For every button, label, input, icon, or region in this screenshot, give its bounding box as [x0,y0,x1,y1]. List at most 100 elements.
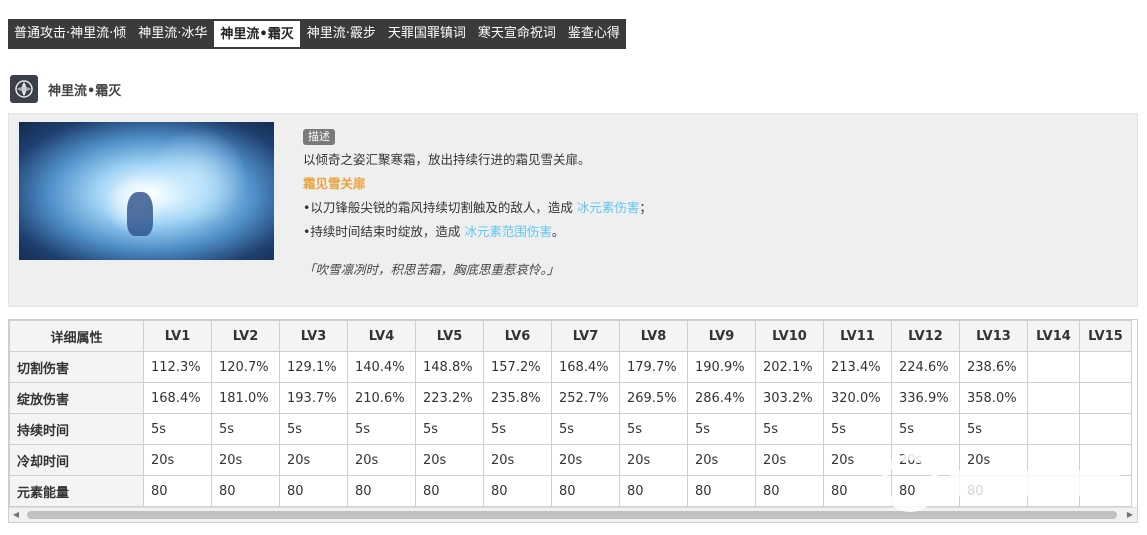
table-cell: 80 [211,475,280,507]
table-cell [1027,382,1080,414]
table-cell: 80 [347,475,416,507]
table-row: 切割伤害 112.3% 120.7% 129.1% 140.4% 148.8% 157.2%… [9,351,1132,383]
table-header: LV3 [279,320,348,352]
table-header: LV1 [143,320,212,352]
table-cell: 5s [891,413,960,445]
table-cell: 80 [143,475,212,507]
table-header: LV11 [823,320,892,352]
table-cell: 303.2% [755,382,824,414]
table-row: 绽放伤害 168.4% 181.0% 193.7% 210.6% 223.2% 235.8%… [9,382,1132,414]
table-cell: 157.2% [483,351,552,383]
table-cell: 181.0% [211,382,280,414]
table-cell: 168.4% [551,351,620,383]
skill-quote: 「吹雪凛冽时，积思苦霜，胸底思重惹哀怜。」 [303,262,560,277]
table-cell: 80 [619,475,688,507]
table-cell: 168.4% [143,382,212,414]
table-cell: 5s [959,413,1028,445]
table-cell: 252.7% [551,382,620,414]
table-cell: 224.6% [891,351,960,383]
skill-title: 神里流•霜灭 [48,83,122,99]
table-cell: 20s [279,444,348,476]
table-row: 持续时间 5s 5s 5s 5s 5s 5s 5s 5s 5s 5s 5s 5s 5s [9,413,1132,445]
table-cell: 213.4% [823,351,892,383]
table-cell: 210.6% [347,382,416,414]
table-header: LV12 [891,320,960,352]
table-cell [1079,413,1132,445]
table-header-row: 详细属性 LV1 LV2 LV3 LV4 LV5 LV6 LV7 LV8 LV9… [9,320,1132,352]
table-cell: 193.7% [279,382,348,414]
table-cell: 148.8% [415,351,484,383]
table-header: LV4 [347,320,416,352]
table-cell: 20s [143,444,212,476]
table-cell: 120.7% [211,351,280,383]
tab-normal-attack[interactable]: 普通攻击·神里流·倾 [8,19,132,49]
table-cell: 336.9% [891,382,960,414]
table-cell: 5s [279,413,348,445]
tab-passive-3[interactable]: 鉴查心得 [562,19,626,49]
table-row: 元素能量 80 80 80 80 80 80 80 80 80 80 80 80 80 [9,475,1132,507]
skill-header: 神里流•霜灭 [10,74,121,104]
table-cell: 179.7% [619,351,688,383]
table-cell: 320.0% [823,382,892,414]
table-cell: 20s [891,444,960,476]
cryo-dmg-link[interactable]: 冰元素伤害 [577,200,640,215]
table-header: LV7 [551,320,620,352]
table-header: LV8 [619,320,688,352]
skill-tab-bar: 普通攻击·神里流·倾 神里流·冰华 神里流•霜灭 神里流·霰步 天罪国罪镇词 寒… [8,19,626,49]
attribute-table: 详细属性 LV1 LV2 LV3 LV4 LV5 LV6 LV7 LV8 LV9… [9,320,1132,507]
table-cell: 80 [415,475,484,507]
table-cell: 269.5% [619,382,688,414]
table-cell [1027,444,1080,476]
tab-passive-2[interactable]: 寒天宣命祝词 [472,19,562,49]
row-label: 切割伤害 [9,351,144,383]
table-cell: 202.1% [755,351,824,383]
table-cell [1079,475,1132,507]
table-cell: 5s [823,413,892,445]
table-cell: 5s [755,413,824,445]
table-cell: 238.6% [959,351,1028,383]
table-cell: 190.9% [687,351,756,383]
table-cell: 20s [687,444,756,476]
tab-elemental-skill[interactable]: 神里流·冰华 [132,19,213,49]
table-cell: 112.3% [143,351,212,383]
scrollbar-thumb[interactable] [27,511,1117,519]
description-line-2: •持续时间结束时绽放，造成 冰元素范围伤害。 [303,224,565,239]
scroll-left-icon[interactable]: ◀ [9,508,23,522]
tab-passive-1[interactable]: 天罪国罪镇词 [382,19,472,49]
description-subtitle: 霜见雪关扉 [303,176,366,191]
scroll-right-icon[interactable]: ▶ [1123,508,1137,522]
table-cell: 20s [211,444,280,476]
table-row: 冷却时间 20s 20s 20s 20s 20s 20s 20s 20s 20s 20s 20s 20s… [9,444,1132,476]
table-horizontal-scrollbar[interactable]: ◀ ▶ [9,507,1137,522]
table-header: LV6 [483,320,552,352]
table-cell: 80 [959,475,1028,507]
table-cell: 235.8% [483,382,552,414]
attribute-table-container[interactable]: 详细属性 LV1 LV2 LV3 LV4 LV5 LV6 LV7 LV8 LV9… [8,319,1138,523]
table-cell: 20s [959,444,1028,476]
table-cell: 5s [211,413,280,445]
row-label: 冷却时间 [9,444,144,476]
table-cell: 5s [687,413,756,445]
table-header: LV14 [1027,320,1080,352]
table-header: LV2 [211,320,280,352]
row-label: 元素能量 [9,475,144,507]
table-cell: 20s [415,444,484,476]
description-main: 以倾奇之姿汇聚寒霜，放出持续行进的霜见雪关扉。 [303,152,591,167]
cryo-aoe-dmg-link[interactable]: 冰元素范围伤害 [464,224,552,239]
row-label: 绽放伤害 [9,382,144,414]
table-cell [1079,351,1132,383]
tab-elemental-burst[interactable]: 神里流•霜灭 [213,20,301,48]
table-cell: 80 [823,475,892,507]
table-header: 详细属性 [9,320,144,352]
table-cell: 20s [823,444,892,476]
table-cell: 20s [755,444,824,476]
skill-preview-image [19,122,274,260]
table-header: LV15 [1079,320,1132,352]
table-cell: 80 [755,475,824,507]
tab-alternate-sprint[interactable]: 神里流·霰步 [301,19,382,49]
table-cell [1027,475,1080,507]
description-badge: 描述 [303,129,335,145]
table-cell: 358.0% [959,382,1028,414]
table-cell: 140.4% [347,351,416,383]
table-cell: 80 [687,475,756,507]
